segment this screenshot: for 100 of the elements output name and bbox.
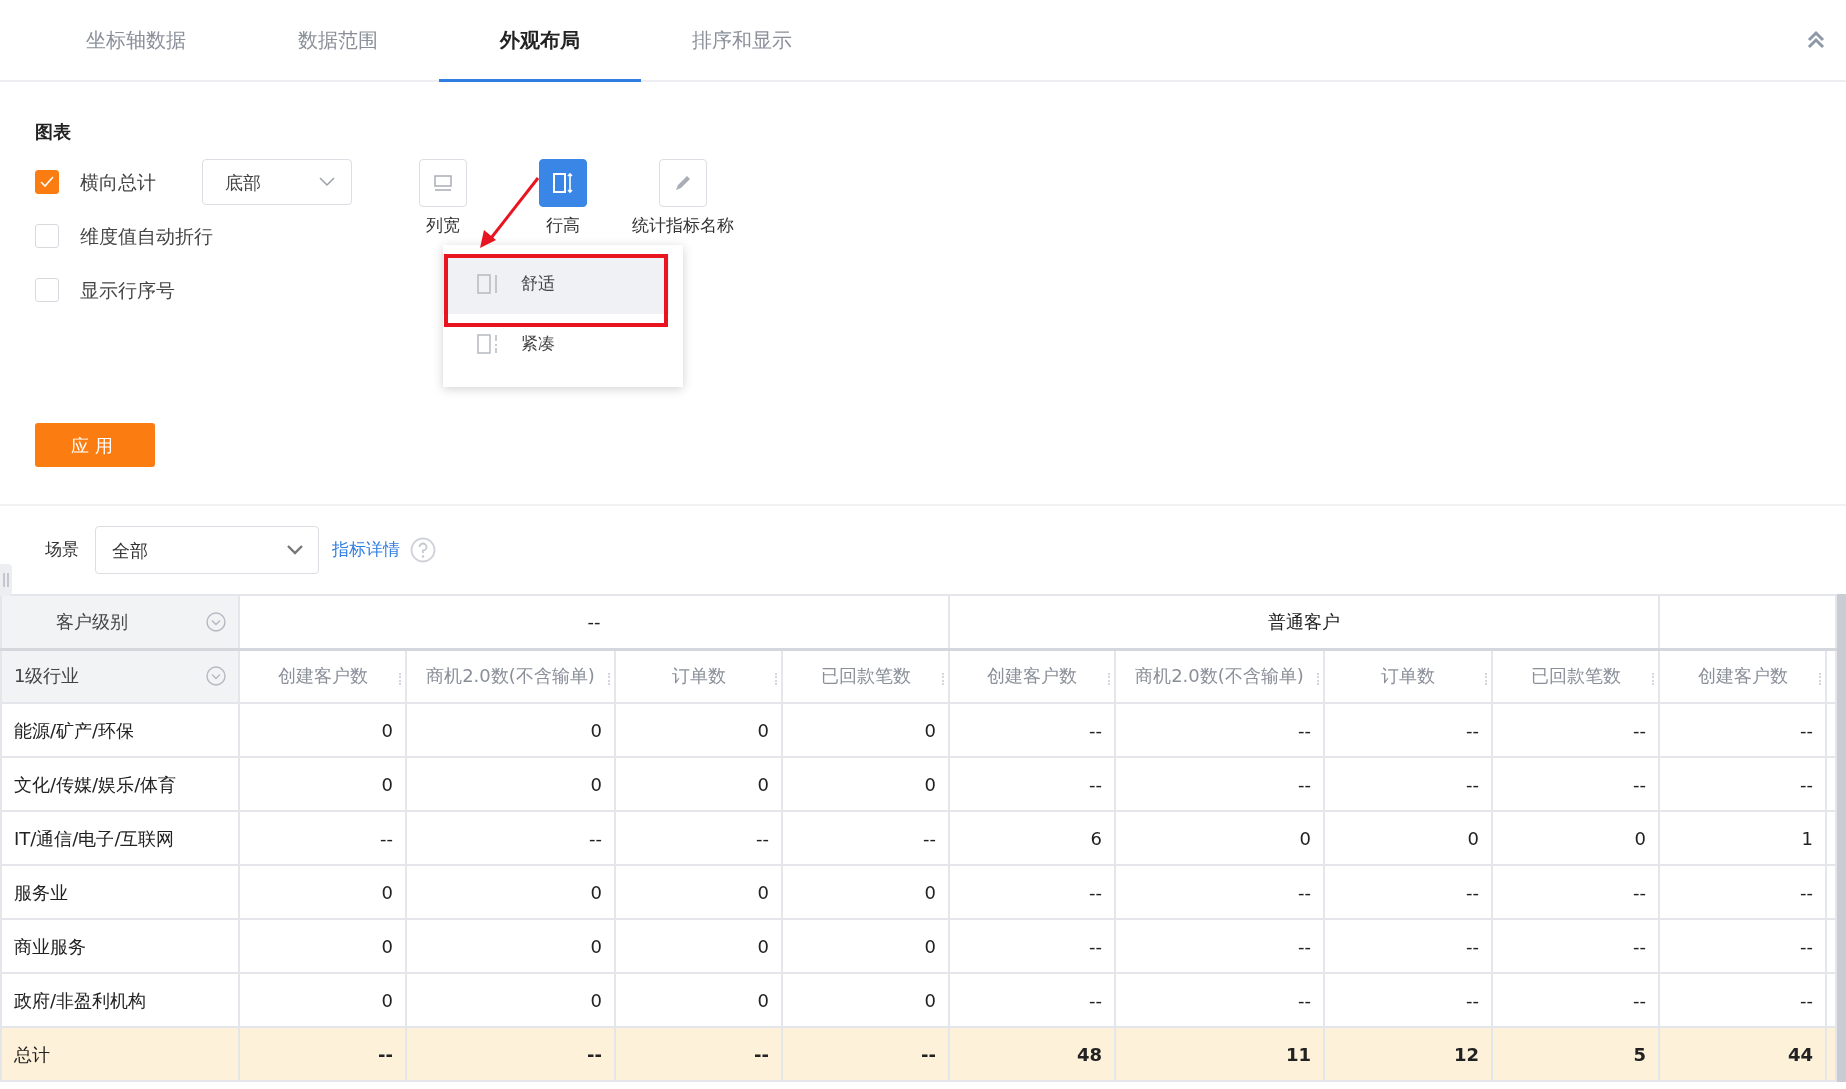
table-cell: -- [1492,919,1659,973]
chevron-down-icon [286,544,304,556]
column-header: 创建客户数 [949,649,1115,703]
column-resize-handle[interactable] [1317,672,1319,685]
table-cell: -- [782,1027,949,1081]
column-resize-handle[interactable] [1108,672,1110,685]
column-group-header: 普通客户 [949,595,1659,649]
table-cell: 0 [615,919,782,973]
column-header: 商机2.0数(不含输单) [1115,649,1324,703]
table-cell: 0 [782,919,949,973]
column-header: 订单数 [1324,649,1492,703]
column-resize-handle[interactable] [1652,672,1654,685]
column-header: 创建客户数 [239,649,406,703]
table-cell: 12 [1324,1027,1492,1081]
table-cell: 44 [1659,1027,1826,1081]
table-cell: -- [1659,865,1826,919]
table-cell: -- [949,703,1115,757]
table-cell: -- [1324,919,1492,973]
table-cell: -- [1659,919,1826,973]
row-label: 服务业 [1,865,239,919]
table-cell: -- [949,865,1115,919]
column-group-header: -- [239,595,949,649]
table-cell: -- [1324,757,1492,811]
table-cell: 0 [406,757,615,811]
scrollbar[interactable] [1837,594,1846,1082]
table-cell: 0 [782,757,949,811]
table-cell: 0 [239,757,406,811]
table-cell: -- [949,757,1115,811]
table-cell: 0 [239,703,406,757]
table-cell: 0 [1324,811,1492,865]
table-cell: 1 [1659,811,1826,865]
column-resize-handle[interactable] [775,672,777,685]
dropdown-circle-icon[interactable] [206,611,226,632]
table-cell: 0 [239,865,406,919]
row-label: IT/通信/电子/互联网 [1,811,239,865]
table-cell: -- [1115,703,1324,757]
table-cell: -- [1115,865,1324,919]
table-cell: -- [615,811,782,865]
table-cell: -- [782,811,949,865]
column-header: 创建客户数 [1659,649,1826,703]
table-cell: 0 [782,865,949,919]
checkbox[interactable] [35,278,59,302]
table-cell: 0 [615,865,782,919]
table-cell: -- [1492,757,1659,811]
toolbar-button[interactable] [539,159,587,207]
table-cell: -- [949,919,1115,973]
menu-item[interactable]: 舒适 [443,254,669,314]
table-cell: -- [239,811,406,865]
table-cell: -- [1115,919,1324,973]
row-label: 文化/传媒/娱乐/体育 [1,757,239,811]
toolbar-label: 统计指标名称 [632,214,734,237]
table-cell: 0 [406,919,615,973]
column-resize-handle[interactable] [608,672,610,685]
row-header-label: 1级行业 [14,665,80,688]
table-cell: 6 [949,811,1115,865]
table-cell: -- [406,1027,615,1081]
table-cell: 0 [1115,811,1324,865]
filter-label: 场景 [45,538,80,562]
help-icon[interactable] [410,537,436,563]
table-cell: -- [406,811,615,865]
checkbox[interactable] [35,224,59,248]
row-label: 总计 [1,1027,239,1081]
table-cell: 0 [406,703,615,757]
table-cell: -- [1659,757,1826,811]
column-header: 已回款笔数 [782,649,949,703]
table-cell: 0 [615,757,782,811]
tab[interactable]: 外观布局 [439,0,641,82]
table-cell: 5 [1492,1027,1659,1081]
option-label: 维度值自动折行 [80,223,213,249]
table-cell: 48 [949,1027,1115,1081]
table-cell: 0 [406,865,615,919]
table-cell: 0 [1492,811,1659,865]
column-header: 订单数 [615,649,782,703]
table-cell: -- [1115,757,1324,811]
table-cell: 0 [239,919,406,973]
scene-select[interactable]: 全部 [95,526,319,574]
table-cell: -- [1492,703,1659,757]
row-height-icon [551,171,575,195]
toolbar-label: 列宽 [426,214,460,237]
row-label: 商业服务 [1,919,239,973]
column-resize-handle[interactable] [1485,672,1487,685]
row-label: 能源/矿产/环保 [1,703,239,757]
column-resize-handle[interactable] [399,672,401,685]
compact-row-icon [477,334,499,354]
checkmark-icon [40,176,54,188]
column-resize-handle[interactable] [1819,672,1821,685]
table-cell: -- [615,1027,782,1081]
checkbox[interactable] [35,170,59,194]
table-cell: -- [1324,865,1492,919]
table-cell: -- [1659,703,1826,757]
row-header-label: 客户级别 [56,610,128,635]
comfortable-row-icon [477,274,499,294]
position-select[interactable]: 底部 [202,159,352,205]
drag-handle[interactable] [0,564,12,596]
table-cell: -- [1492,865,1659,919]
dropdown-circle-icon[interactable] [206,666,226,687]
metric-details-link[interactable]: 指标详情 [332,537,400,563]
column-resize-handle[interactable] [942,672,944,685]
grip-icon [3,573,9,587]
option-label: 显示行序号 [80,277,176,303]
